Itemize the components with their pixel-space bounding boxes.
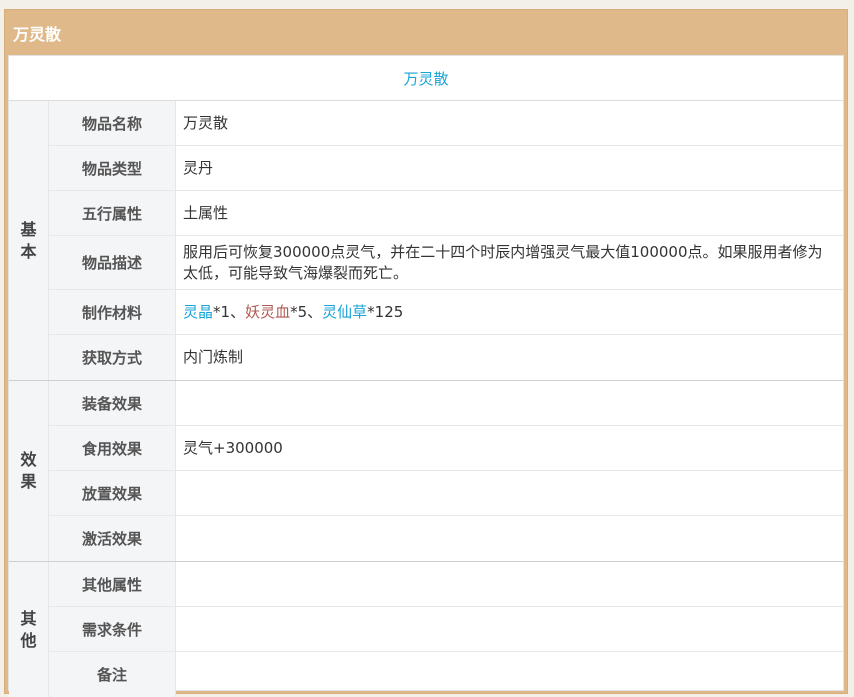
row-label: 激活效果	[49, 516, 176, 561]
row-materials: 制作材料 灵晶 *1、妖灵血 *5、灵仙草 *125	[49, 290, 843, 335]
row-notes: 备注	[49, 652, 843, 697]
row-value: 万灵散	[183, 113, 229, 132]
material-link[interactable]: 灵仙草	[322, 302, 367, 323]
row-value	[176, 562, 843, 606]
group-label-other: 其他	[9, 562, 49, 697]
row-requirements: 需求条件	[49, 607, 843, 652]
row-element: 五行属性 土属性	[49, 191, 843, 236]
material-qty: *5	[290, 302, 308, 321]
row-value: 灵丹	[183, 158, 214, 177]
group-basic: 基本 物品名称 万灵散 物品类型 灵丹 五行属性 土属性 物品描述 服用后可恢复…	[9, 101, 843, 381]
row-label: 五行属性	[49, 191, 176, 235]
row-label: 其他属性	[49, 562, 176, 606]
material-link[interactable]: 灵晶	[183, 302, 213, 323]
group-other: 其他 其他属性 需求条件 备注	[9, 562, 843, 697]
card-title: 万灵散	[13, 24, 62, 44]
group-label-basic: 基本	[9, 101, 49, 380]
group-label-effects: 效果	[9, 381, 49, 561]
group-effects: 效果 装备效果 食用效果 灵气+300000 放置效果 激活效果	[9, 381, 843, 562]
row-label: 制作材料	[49, 290, 176, 334]
row-label: 装备效果	[49, 381, 176, 425]
row-label: 备注	[49, 652, 176, 697]
row-value	[176, 516, 843, 561]
row-value: 内门炼制	[183, 348, 244, 366]
item-table: 万灵散 基本 物品名称 万灵散 物品类型 灵丹 五行属性 土属性 物品描述 服用…	[8, 55, 844, 697]
row-label: 获取方式	[49, 335, 176, 380]
row-place-effect: 放置效果	[49, 471, 843, 516]
row-label: 放置效果	[49, 471, 176, 515]
material-qty: *1	[213, 302, 231, 321]
row-label: 食用效果	[49, 426, 176, 470]
row-consume-effect: 食用效果 灵气+300000	[49, 426, 843, 471]
item-card: 万灵散 万灵散 基本 物品名称 万灵散 物品类型 灵丹 五行属性 土属性 物品描…	[4, 9, 848, 697]
materials-list: 灵晶 *1、妖灵血 *5、灵仙草 *125	[176, 290, 843, 334]
row-description: 物品描述 服用后可恢复300000点灵气，并在二十四个时辰内增强灵气最大值100…	[49, 236, 843, 290]
material-sep: 、	[307, 302, 323, 321]
row-label: 物品类型	[49, 146, 176, 190]
row-label: 物品描述	[49, 236, 176, 289]
material-link[interactable]: 妖灵血	[245, 302, 290, 323]
row-activate-effect: 激活效果	[49, 516, 843, 561]
row-value: 灵气+300000	[183, 438, 283, 457]
row-value	[176, 471, 843, 515]
row-value: 土属性	[183, 203, 229, 222]
item-name-header[interactable]: 万灵散	[9, 56, 843, 101]
material-sep: 、	[230, 302, 246, 321]
row-value	[176, 381, 843, 425]
material-qty: *125	[367, 302, 404, 321]
row-other-attrs: 其他属性	[49, 562, 843, 607]
row-label: 物品名称	[49, 101, 176, 145]
row-label: 需求条件	[49, 607, 176, 651]
row-value	[176, 652, 843, 697]
row-value	[176, 607, 843, 651]
row-equip-effect: 装备效果	[49, 381, 843, 426]
row-item-name: 物品名称 万灵散	[49, 101, 843, 146]
row-obtain: 获取方式 内门炼制	[49, 335, 843, 380]
row-value: 服用后可恢复300000点灵气，并在二十四个时辰内增强灵气最大值100000点。…	[183, 242, 823, 282]
row-item-type: 物品类型 灵丹	[49, 146, 843, 191]
